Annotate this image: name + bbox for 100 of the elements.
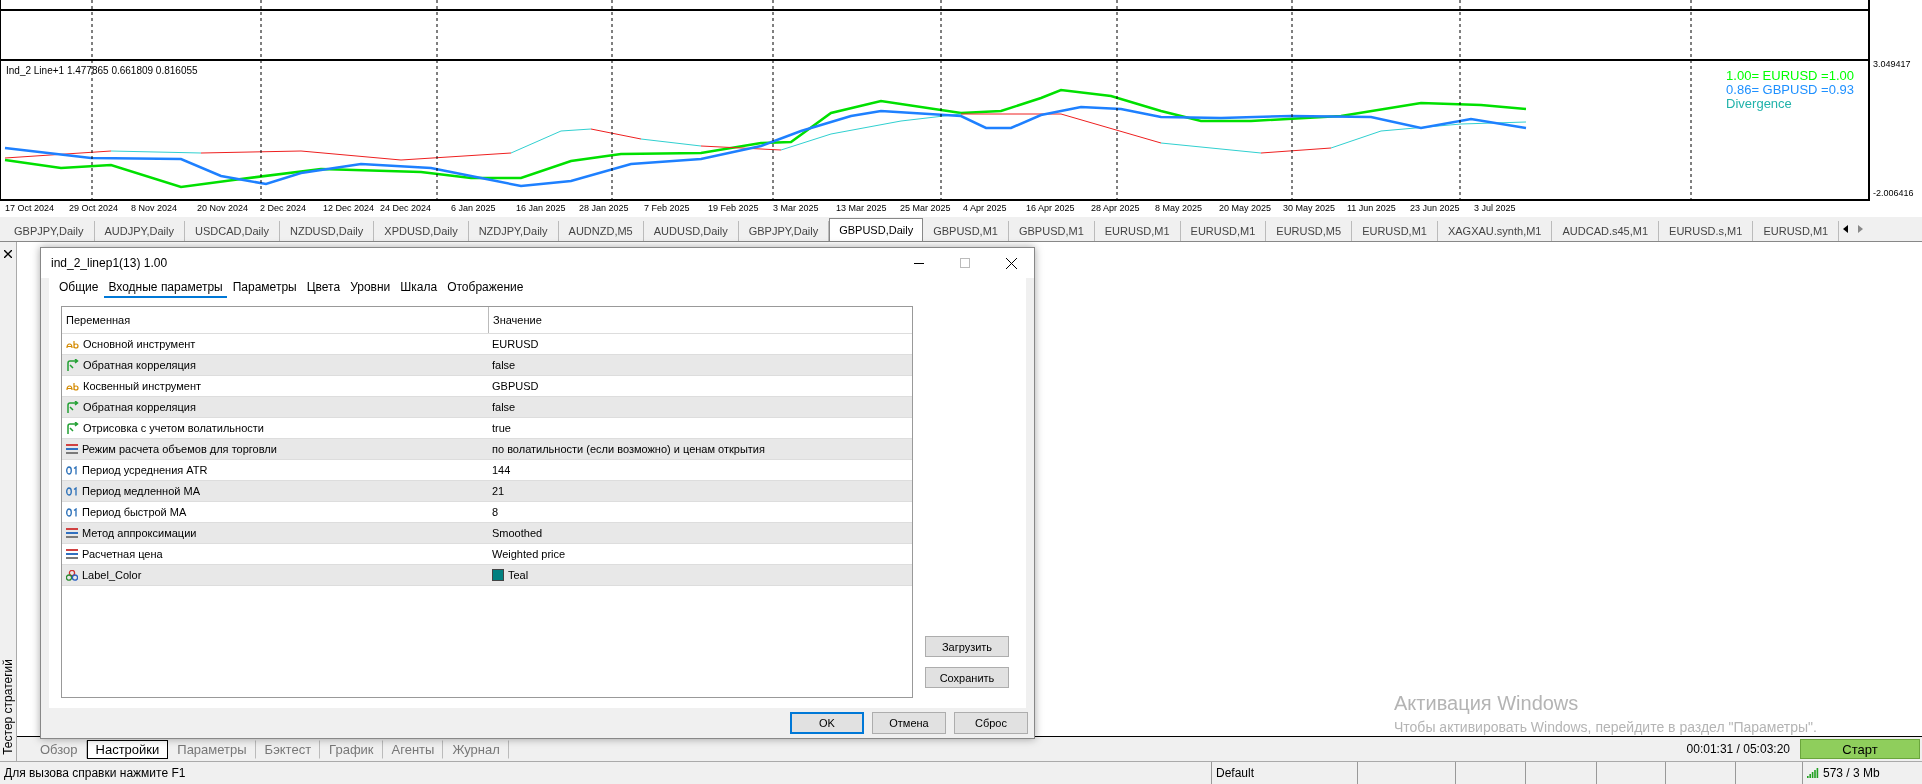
- panel-title: Тестер стратегий: [1, 659, 15, 755]
- parameter-value[interactable]: 21: [488, 481, 912, 501]
- list-icon: [66, 444, 78, 454]
- branch-arrow-icon: [66, 422, 79, 434]
- date-label: 16 Apr 2025: [1026, 203, 1075, 213]
- dialog-tab[interactable]: Цвета: [302, 278, 345, 298]
- parameter-name[interactable]: Label_Color: [62, 565, 488, 585]
- parameter-value[interactable]: Teal: [488, 565, 912, 585]
- list-icon: [66, 549, 78, 559]
- dialog-tab[interactable]: Входные параметры: [104, 278, 227, 298]
- chart-tab[interactable]: EURUSD.s,M1: [1659, 221, 1754, 241]
- legend-label: 1.00= EURUSD =1.00: [1726, 69, 1854, 83]
- chart-tab[interactable]: AUDCAD.s45,M1: [1552, 221, 1660, 241]
- legend-label: 0.86= GBPUSD =0.93: [1726, 83, 1854, 97]
- indicator-values: Ind_2 Line+1 1.477865 0.661809 0.816055: [6, 65, 198, 76]
- parameter-name[interactable]: Метод аппроксимации: [62, 523, 488, 543]
- date-label: 13 Mar 2025: [836, 203, 887, 213]
- parameter-value[interactable]: 144: [488, 460, 912, 480]
- axis-max-label: 3.049417: [1873, 59, 1911, 69]
- chart-tab[interactable]: EURUSD,M1: [1180, 221, 1267, 241]
- legend-label: Divergence: [1726, 97, 1793, 111]
- parameter-name[interactable]: Режим расчета объемов для торговли: [62, 439, 488, 459]
- dialog-button[interactable]: Сохранить: [925, 667, 1009, 688]
- date-label: 17 Oct 2024: [5, 203, 55, 213]
- chart-tab[interactable]: GBPUSD,M1: [1008, 221, 1095, 241]
- date-label: 2 Dec 2024: [260, 203, 307, 213]
- parameter-name[interactable]: Обратная корреляция: [62, 397, 488, 417]
- palette-icon: [66, 569, 78, 581]
- parameter-value[interactable]: true: [488, 418, 912, 438]
- chart-tab[interactable]: USDCAD,Daily: [185, 221, 280, 241]
- date-label: 4 Apr 2025: [963, 203, 1007, 213]
- date-label: 3 Jul 2025: [1474, 203, 1516, 213]
- chart-tab[interactable]: GBPJPY,Daily: [4, 221, 95, 241]
- number-type-icon: [66, 507, 78, 517]
- date-label: 28 Jan 2025: [579, 203, 629, 213]
- activation-text: Чтобы активировать Windows, перейдите в раздел "Параметры".: [1394, 719, 1817, 735]
- text-type-icon: [66, 339, 79, 349]
- parameter-name[interactable]: Косвенный инструмент: [62, 376, 488, 396]
- dialog-button[interactable]: OK: [790, 712, 864, 734]
- dialog-button[interactable]: Отмена: [872, 712, 946, 734]
- window-title: ind_2_linep1(13) 1.00: [51, 256, 169, 270]
- traffic-text: 573 / 3 Mb: [1823, 766, 1880, 780]
- chart-tab[interactable]: NZDUSD,Daily: [279, 221, 375, 241]
- number-type-icon: [66, 465, 78, 475]
- parameter-name[interactable]: Период медленной MA: [62, 481, 488, 501]
- dialog-tab[interactable]: Уровни: [346, 278, 395, 298]
- branch-arrow-icon: [66, 359, 79, 371]
- date-label: 20 Nov 2024: [197, 203, 249, 213]
- dialog-tab[interactable]: Шкала: [396, 278, 442, 298]
- status-profile: Default: [1211, 762, 1357, 784]
- date-label: 30 May 2025: [1283, 203, 1336, 213]
- chart-tab[interactable]: AUDNZD,M5: [558, 221, 644, 241]
- number-type-icon: [66, 486, 78, 496]
- date-label: 28 Apr 2025: [1091, 203, 1140, 213]
- axis-min-label: -2.006416: [1873, 188, 1914, 198]
- parameter-value[interactable]: GBPUSD: [488, 376, 912, 396]
- parameter-value[interactable]: 8: [488, 502, 912, 522]
- date-label: 16 Jan 2025: [516, 203, 566, 213]
- chart-tab[interactable]: EURUSD,M1: [1352, 221, 1438, 241]
- column-header: Переменная: [65, 313, 132, 328]
- chart-tab[interactable]: EURUSD,M1: [1753, 221, 1840, 241]
- dialog-tab[interactable]: Параметры: [228, 278, 301, 298]
- chart-tab[interactable]: EURUSD,M5: [1266, 221, 1353, 241]
- text-type-icon: [66, 381, 79, 391]
- parameter-name[interactable]: Основной инструмент: [62, 334, 488, 354]
- chart-tab[interactable]: NZDJPY,Daily: [468, 221, 559, 241]
- date-label: 7 Feb 2025: [644, 203, 690, 213]
- parameter-name[interactable]: Обратная корреляция: [62, 355, 488, 375]
- date-label: 12 Dec 2024: [323, 203, 375, 213]
- chart-tab[interactable]: AUDUSD,Daily: [643, 221, 739, 241]
- date-label: 23 Jun 2025: [1410, 203, 1460, 213]
- chart-tab[interactable]: XAGXAU.synth,M1: [1437, 221, 1553, 241]
- column-header: Значение: [488, 307, 912, 333]
- chart-tab[interactable]: GBPUSD,M1: [923, 221, 1009, 241]
- parameter-value[interactable]: false: [488, 355, 912, 375]
- parameter-name[interactable]: Расчетная цена: [62, 544, 488, 564]
- activation-title: Активация Windows: [1394, 692, 1580, 715]
- tester-tab[interactable]: Настройки: [86, 739, 169, 759]
- chart-tab[interactable]: XPDUSD,Daily: [374, 221, 469, 241]
- parameter-name[interactable]: Отрисовка с учетом волатильности: [62, 418, 488, 438]
- parameter-value[interactable]: по волатильности (если возможно) и ценам открытия: [488, 439, 912, 459]
- chart-tab[interactable]: EURUSD,M1: [1094, 221, 1181, 241]
- date-label: 19 Feb 2025: [708, 203, 759, 213]
- dialog-button[interactable]: Сброс: [954, 712, 1028, 734]
- chart-tab[interactable]: GBPUSD,Daily: [829, 218, 924, 241]
- dialog-button[interactable]: Загрузить: [925, 636, 1009, 657]
- parameter-name[interactable]: Период быстрой MA: [62, 502, 488, 522]
- parameter-value[interactable]: false: [488, 397, 912, 417]
- dialog-tab[interactable]: Общие: [55, 278, 103, 298]
- date-label: 20 May 2025: [1219, 203, 1272, 213]
- chart-tab[interactable]: AUDJPY,Daily: [94, 221, 185, 241]
- dialog-tab[interactable]: Отображение: [443, 278, 528, 298]
- parameter-name[interactable]: Период усреднения ATR: [62, 460, 488, 480]
- status-help: Для вызова справки нажмите F1: [3, 765, 187, 782]
- date-label: 25 Mar 2025: [900, 203, 951, 213]
- parameter-value[interactable]: EURUSD: [488, 334, 912, 354]
- parameter-value[interactable]: Weighted price: [488, 544, 912, 564]
- date-label: 11 Jun 2025: [1347, 203, 1396, 213]
- parameter-value[interactable]: Smoothed: [488, 523, 912, 543]
- start-button[interactable]: Старт: [1800, 739, 1920, 759]
